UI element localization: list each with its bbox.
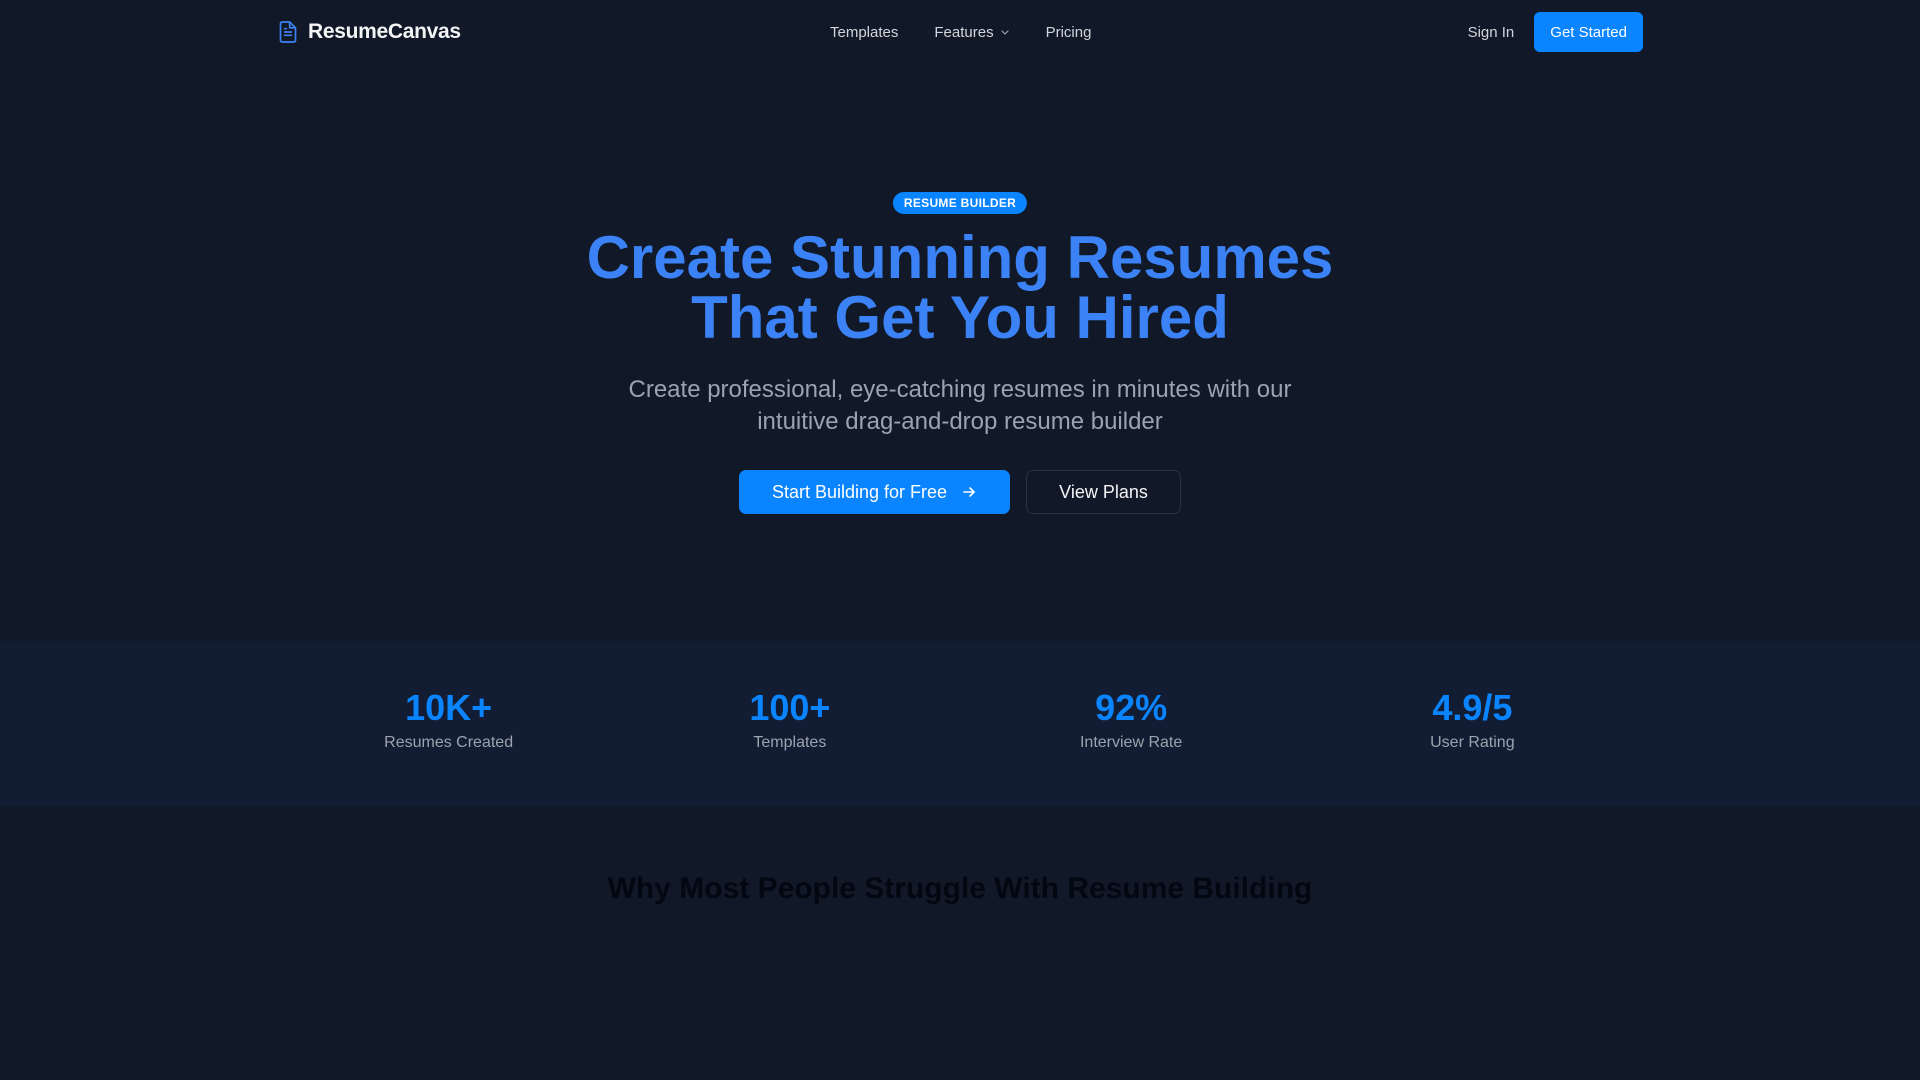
document-icon — [279, 21, 297, 43]
stat-value: 10K+ — [405, 687, 493, 728]
struggle-heading: Why Most People Struggle With Resume Bui… — [607, 872, 1313, 905]
stat-label: Interview Rate — [1079, 734, 1183, 751]
stat-value: 92% — [1095, 687, 1168, 728]
stats-row: 10K+ Resumes Created 100+ Templates 92% … — [278, 641, 1643, 806]
nav-link-features-label: Features — [934, 23, 994, 41]
nav-link-features[interactable]: Features — [934, 24, 1009, 41]
brand-logo[interactable]: ResumeCanvas — [278, 0, 461, 64]
stats-band: 10K+ Resumes Created 100+ Templates 92% … — [0, 641, 1920, 806]
view-plans-button[interactable]: View Plans — [1026, 470, 1181, 514]
hero-subtitle-line1: Create professional, eye-catching resume… — [628, 376, 1292, 403]
chevron-down-icon — [1000, 30, 1009, 35]
nav-link-templates[interactable]: Templates — [830, 24, 898, 41]
stat-item: 100+ Templates — [619, 641, 960, 806]
start-building-button[interactable]: Start Building for Free — [739, 470, 1010, 514]
nav-link-pricing[interactable]: Pricing — [1046, 24, 1092, 41]
stat-label: Resumes Created — [384, 734, 514, 751]
hero-subtitle-line2: intuitive drag-and-drop resume builder — [757, 408, 1163, 435]
arrow-right-icon — [963, 487, 975, 497]
brand-name: ResumeCanvas — [308, 20, 461, 43]
hero-headline: Create Stunning Resumes That Get You Hir… — [0, 228, 1920, 348]
stat-item: 10K+ Resumes Created — [278, 641, 619, 806]
stat-item: 92% Interview Rate — [961, 641, 1302, 806]
nav-actions: Sign In Get Started — [1468, 12, 1643, 52]
stat-value: 100+ — [749, 687, 831, 728]
get-started-button[interactable]: Get Started — [1534, 12, 1643, 52]
stat-value: 4.9/5 — [1432, 687, 1513, 728]
stat-item: 4.9/5 User Rating — [1302, 641, 1643, 806]
hero-badge: RESUME BUILDER — [892, 192, 1028, 214]
navbar: ResumeCanvas Templates Features Pricing … — [0, 0, 1920, 64]
start-building-label: Start Building for Free — [771, 481, 948, 502]
primary-nav: Templates Features Pricing — [830, 0, 1091, 64]
sign-in-link[interactable]: Sign In — [1468, 24, 1515, 41]
hero-headline-line1: Create Stunning Resumes — [586, 224, 1334, 291]
hero-headline-line2: That Get You Hired — [691, 284, 1229, 351]
struggle-section: Why Most People Struggle With Resume Bui… — [0, 806, 1920, 1080]
hero-cta-row: Start Building for Free View Plans — [0, 470, 1920, 514]
hero-section: RESUME BUILDER Create Stunning Resumes T… — [0, 64, 1920, 641]
stat-label: Templates — [753, 734, 827, 751]
stat-label: User Rating — [1430, 734, 1515, 751]
hero-subtitle: Create professional, eye-catching resume… — [0, 374, 1920, 438]
